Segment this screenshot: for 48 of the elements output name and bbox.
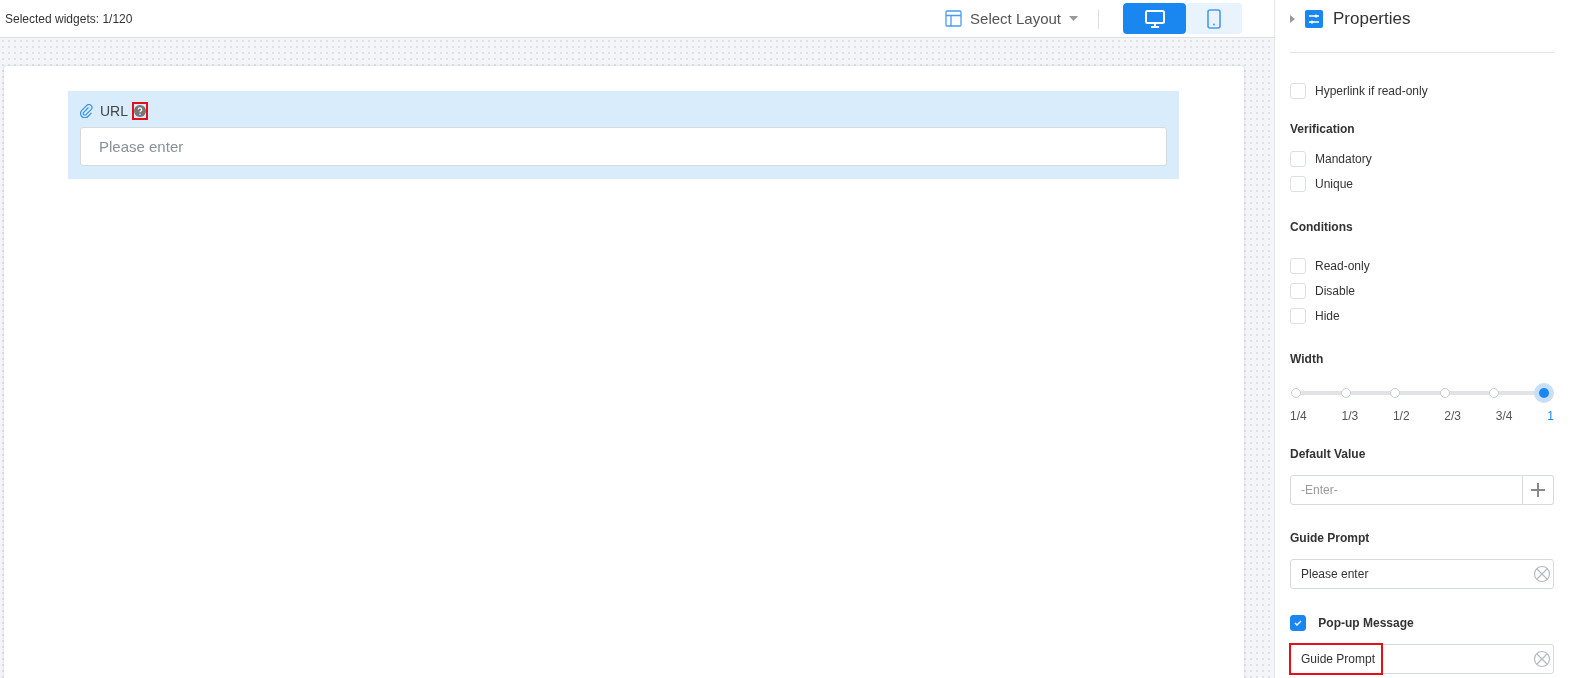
monitor-icon (1144, 9, 1165, 28)
section-title: Conditions (1290, 220, 1354, 234)
caret-icon (1069, 16, 1078, 21)
hyperlink-option[interactable]: Hyperlink if read-only (1290, 78, 1554, 103)
select-layout-button[interactable]: Select Layout (945, 10, 1078, 27)
slider-stop-label[interactable]: 1 (1547, 409, 1554, 423)
slider-stop-dot[interactable] (1390, 388, 1401, 398)
url-widget[interactable]: URL Please enter (68, 91, 1179, 179)
slider-stop-label[interactable]: 1/3 (1341, 409, 1359, 423)
link-icon (80, 104, 94, 118)
plus-icon (1531, 483, 1545, 497)
field-label: URL (100, 103, 128, 119)
checkbox-option[interactable]: Unique (1290, 171, 1554, 196)
tablet-icon (1207, 8, 1221, 29)
clear-icon[interactable] (1533, 650, 1551, 668)
panel-title: Properties (1333, 8, 1411, 29)
slider-stop-label[interactable]: 1/4 (1290, 409, 1307, 423)
checkbox[interactable] (1290, 614, 1306, 631)
checkbox-option[interactable]: Hide (1290, 303, 1554, 328)
text-input[interactable]: Guide Prompt (1290, 644, 1554, 674)
checkbox-option[interactable]: Read-only (1290, 253, 1554, 278)
section-title: Verification (1290, 122, 1356, 136)
settings-sliders-icon (1305, 9, 1323, 28)
desktop-view-button[interactable] (1123, 3, 1186, 34)
section-title: Default Value (1290, 447, 1367, 461)
section-title: Width (1290, 352, 1325, 366)
width-slider[interactable] (1290, 383, 1554, 403)
selected-widgets-count: Selected widgets: 1/120 (5, 11, 133, 26)
default-value-field[interactable]: -Enter- (1290, 475, 1523, 505)
section-title: Guide Prompt (1290, 531, 1371, 545)
slider-stop-dot[interactable] (1439, 388, 1450, 398)
checkbox-option[interactable]: Disable (1290, 278, 1554, 303)
text-input[interactable]: Please enter (1290, 559, 1554, 589)
slider-stop-label[interactable]: 3/4 (1495, 409, 1513, 423)
slider-stop-label[interactable]: 1/2 (1392, 409, 1410, 423)
caret-icon[interactable] (1290, 14, 1295, 23)
slider-stop-dot[interactable] (1489, 388, 1500, 398)
slider-stop-label[interactable]: 2/3 (1444, 409, 1462, 423)
clear-icon[interactable] (1533, 565, 1551, 583)
slider-thumb[interactable] (1534, 383, 1554, 403)
url-input-field[interactable]: Please enter (80, 127, 1167, 166)
slider-stop-dot[interactable] (1291, 388, 1301, 398)
popup-message-option[interactable]: Pop-up Message (1290, 610, 1554, 635)
slider-stop-dot[interactable] (1340, 388, 1351, 398)
layout-icon (945, 10, 963, 27)
mobile-view-button[interactable] (1186, 3, 1242, 34)
add-button[interactable] (1523, 475, 1554, 505)
checkbox-option[interactable]: Mandatory (1290, 146, 1554, 171)
